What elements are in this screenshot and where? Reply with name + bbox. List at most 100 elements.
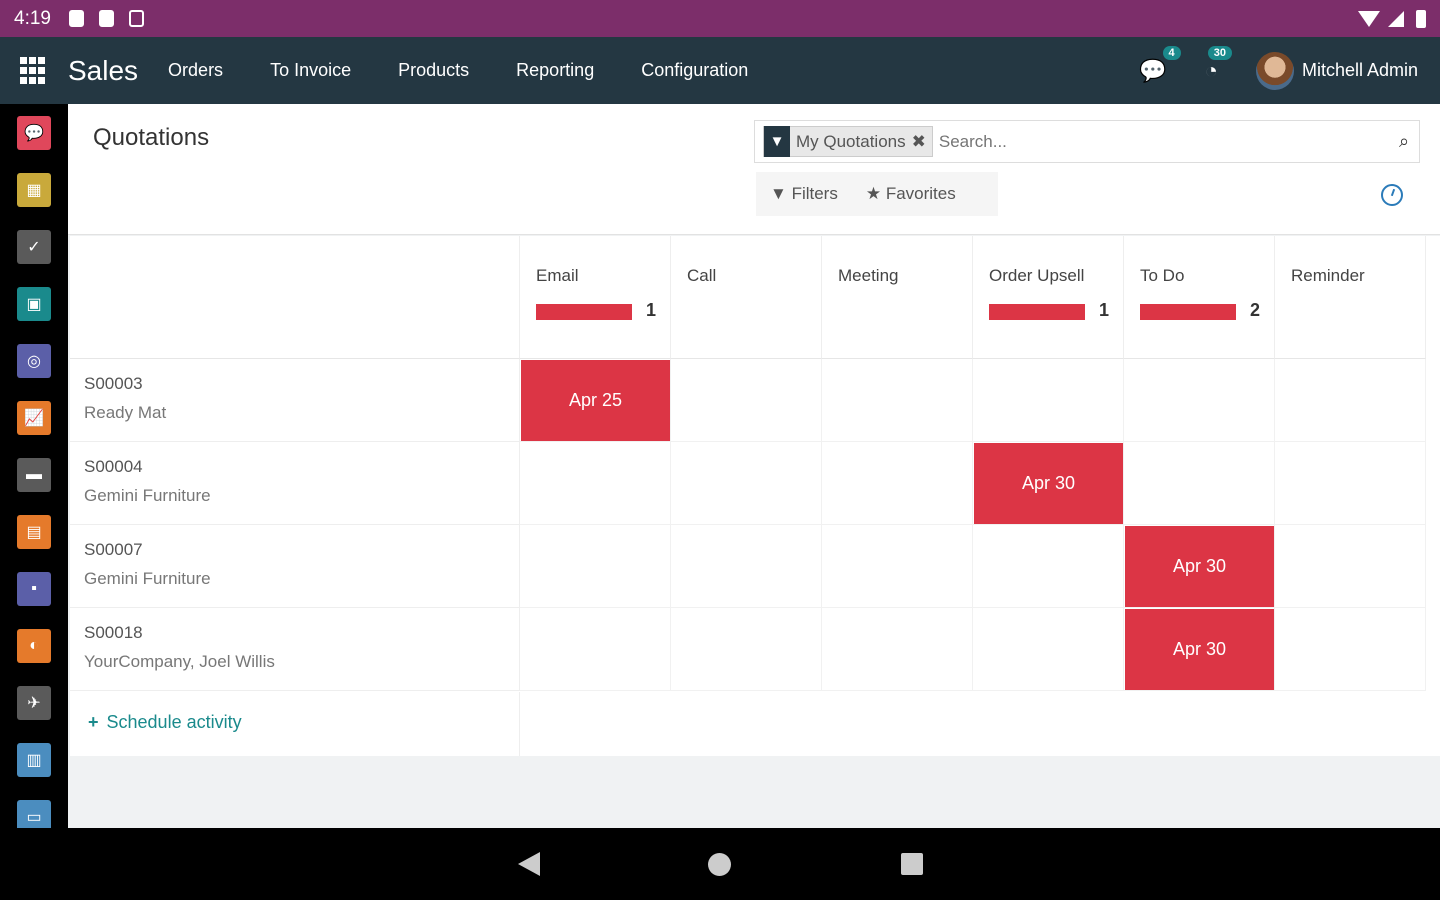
sidebar-app-calendar-icon[interactable]: ▦ — [17, 173, 51, 207]
activities-icon[interactable]: ◔ 30 — [1205, 45, 1232, 84]
activity-cell[interactable] — [973, 608, 1124, 691]
search-facet[interactable]: ▼ My Quotations ✖ — [763, 126, 933, 157]
activity-cell[interactable] — [1275, 608, 1426, 691]
activity-progress-bar[interactable] — [989, 304, 1085, 320]
activity-cell[interactable] — [520, 442, 671, 525]
recents-icon[interactable] — [901, 853, 923, 875]
activity-cell[interactable] — [822, 359, 973, 442]
remove-facet-icon[interactable]: ✖ — [912, 132, 932, 152]
activity-type-header: To Do 2 — [1124, 236, 1275, 359]
menu-products[interactable]: Products — [398, 60, 469, 81]
navbar-right: 💬 4 ◔ 30 Mitchell Admin — [1139, 45, 1440, 90]
activity-cell[interactable] — [671, 608, 822, 691]
sidebar-app-pos-icon[interactable]: ▬ — [17, 458, 51, 492]
activity-cell[interactable] — [671, 359, 822, 442]
notification-icon — [68, 10, 84, 27]
filters-label: Filters — [791, 184, 838, 203]
activities-badge: 30 — [1207, 45, 1232, 60]
sidebar-app-todo-icon[interactable]: ✓ — [17, 230, 51, 264]
filters-button[interactable]: ▼ Filters — [770, 184, 838, 204]
activity-cell[interactable] — [1275, 442, 1426, 525]
menu-orders[interactable]: Orders — [168, 60, 223, 81]
activity-view-icon[interactable] — [1381, 184, 1403, 206]
activity-progress-bar[interactable] — [1140, 304, 1236, 320]
activity-type-header: Order Upsell 1 — [973, 236, 1124, 359]
menu-reporting[interactable]: Reporting — [516, 60, 594, 81]
activity-grid: + Schedule activity Email 1 Call Meeting Orde… — [70, 236, 1440, 756]
app-brand[interactable]: Sales — [68, 55, 138, 87]
record-partner: YourCompany, Joel Willis — [84, 652, 275, 671]
status-right — [1358, 9, 1426, 28]
record-row-label[interactable]: S00003 Ready Mat — [70, 359, 520, 442]
activity-type-name: Meeting — [838, 266, 899, 285]
activity-progress-bar[interactable] — [536, 304, 632, 320]
record-reference: S00018 — [84, 623, 143, 642]
record-partner: Ready Mat — [84, 403, 167, 422]
messages-badge: 4 — [1162, 45, 1181, 60]
activity-cell[interactable] — [1275, 359, 1426, 442]
activity-cell[interactable] — [822, 608, 973, 691]
user-name[interactable]: Mitchell Admin — [1302, 60, 1418, 81]
schedule-label: Schedule activity — [106, 712, 242, 732]
record-row-label[interactable]: S00018 YourCompany, Joel Willis — [70, 608, 520, 691]
sidebar-app-website-icon[interactable]: ◐ — [17, 629, 51, 663]
search-box[interactable]: ▼ My Quotations ✖ ⌕ — [754, 120, 1420, 163]
activity-cell[interactable] — [520, 525, 671, 608]
main-navbar: Sales Orders To Invoice Products Reporti… — [0, 37, 1440, 104]
sidebar-app-marketing-icon[interactable]: ✈ — [17, 686, 51, 720]
activity-cell[interactable] — [1275, 525, 1426, 608]
sidebar-app-sales-icon[interactable]: 📈 — [17, 401, 51, 435]
wifi-icon — [1358, 10, 1380, 27]
search-input[interactable] — [938, 131, 1389, 152]
record-reference: S00003 — [84, 374, 143, 393]
search-icon[interactable]: ⌕ — [1389, 131, 1419, 152]
record-partner: Gemini Furniture — [84, 569, 211, 588]
activity-cell[interactable] — [973, 525, 1124, 608]
activity-type-name: Reminder — [1291, 266, 1365, 285]
activity-deadline-tile[interactable]: Apr 30 — [1125, 526, 1274, 607]
sidebar-app-discuss-icon[interactable]: 💬 — [17, 116, 51, 150]
sidebar-app-invoicing-icon[interactable]: ▤ — [17, 515, 51, 549]
menu-to-invoice[interactable]: To Invoice — [270, 60, 351, 81]
facet-value: My Quotations — [796, 131, 906, 151]
messages-icon[interactable]: 💬 4 — [1139, 45, 1181, 84]
activity-deadline-tile[interactable]: Apr 30 — [974, 443, 1123, 524]
activity-cell[interactable] — [671, 442, 822, 525]
activity-deadline-tile[interactable]: Apr 30 — [1125, 609, 1274, 690]
activity-cell[interactable] — [1124, 442, 1275, 525]
activity-count: 1 — [646, 300, 657, 320]
sidebar-app-inventory-icon[interactable]: ▪ — [17, 572, 51, 606]
menu-configuration[interactable]: Configuration — [641, 60, 748, 81]
activity-type-header: Reminder — [1275, 236, 1426, 359]
sd-card-icon — [98, 10, 114, 27]
activity-cell[interactable] — [822, 442, 973, 525]
schedule-activity-link[interactable]: + Schedule activity — [88, 712, 242, 733]
apps-menu-icon[interactable] — [20, 56, 48, 85]
sidebar-app-contacts-icon[interactable]: ▣ — [17, 287, 51, 321]
activity-type-name: Call — [687, 266, 717, 285]
activity-cell[interactable] — [671, 525, 822, 608]
user-avatar[interactable] — [1255, 51, 1294, 90]
home-icon[interactable] — [708, 853, 731, 876]
back-icon[interactable] — [518, 852, 540, 876]
favorites-button[interactable]: ★ Favorites — [866, 184, 956, 204]
activity-cell[interactable] — [1124, 359, 1275, 442]
sidebar-app-crm-icon[interactable]: ◎ — [17, 344, 51, 378]
activity-cell[interactable] — [520, 608, 671, 691]
record-row-label[interactable]: S00004 Gemini Furniture — [70, 442, 520, 525]
signal-icon — [1388, 10, 1404, 27]
android-status-bar: 4:19 — [0, 0, 1440, 37]
activity-cell[interactable] — [973, 359, 1124, 442]
record-row-label[interactable]: S00007 Gemini Furniture — [70, 525, 520, 608]
control-panel: Quotations ▼ My Quotations ✖ ⌕ ▼ Filters… — [68, 104, 1440, 235]
plus-icon: + — [88, 712, 99, 732]
activity-type-header: Email 1 — [520, 236, 671, 359]
activity-type-header: Call — [671, 236, 822, 359]
apps-sidebar: 💬 ▦ ✓ ▣ ◎ 📈 ▬ ▤ ▪ ◐ ✈ ▥ ▭ — [0, 104, 68, 834]
main-content: Quotations ▼ My Quotations ✖ ⌕ ▼ Filters… — [68, 104, 1440, 828]
record-partner: Gemini Furniture — [84, 486, 211, 505]
activity-deadline-tile[interactable]: Apr 25 — [521, 360, 670, 441]
favorites-label: Favorites — [885, 184, 956, 203]
sidebar-app-documents-icon[interactable]: ▥ — [17, 743, 51, 777]
activity-cell[interactable] — [822, 525, 973, 608]
